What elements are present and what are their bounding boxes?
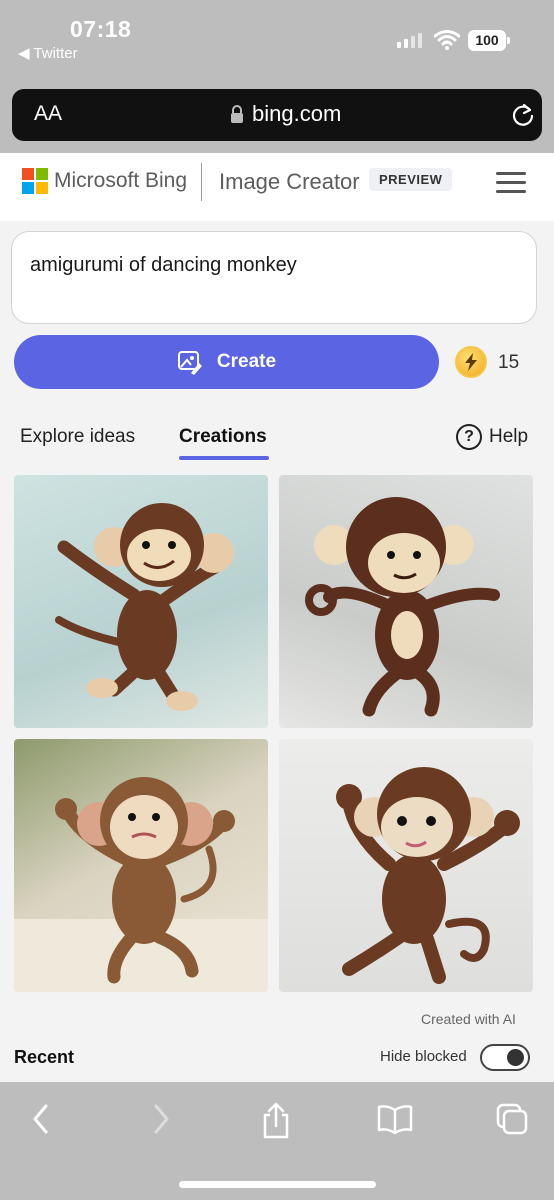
generated-image-2[interactable] <box>279 475 533 728</box>
share-icon[interactable] <box>260 1102 292 1140</box>
generated-image-4[interactable] <box>279 739 533 992</box>
help-icon: ? <box>456 424 482 450</box>
microsoft-logo-icon[interactable] <box>22 168 48 194</box>
create-label: Create <box>216 351 277 372</box>
header-divider <box>201 163 202 201</box>
recent-heading: Recent <box>14 1047 75 1067</box>
back-to-app-link[interactable]: ◀ Twitter <box>18 44 78 62</box>
help-button[interactable]: ? Help <box>456 424 528 450</box>
create-button[interactable]: Create <box>14 335 439 389</box>
signal-icon <box>397 32 422 48</box>
wifi-icon <box>434 30 460 50</box>
text-size-button[interactable]: AA <box>34 102 62 126</box>
tabs-icon[interactable] <box>495 1102 529 1136</box>
generated-image-1[interactable] <box>14 475 268 728</box>
hide-blocked-toggle[interactable] <box>480 1044 530 1071</box>
prompt-input[interactable]: amigurumi of dancing monkey <box>11 231 537 324</box>
created-with-ai-note: Created with AI <box>421 1011 516 1027</box>
preview-badge: PREVIEW <box>369 168 453 191</box>
home-indicator[interactable] <box>179 1181 376 1188</box>
lock-icon <box>231 105 243 123</box>
tab-explore-ideas[interactable]: Explore ideas <box>20 426 135 448</box>
help-label: Help <box>489 426 529 447</box>
product-name[interactable]: Image Creator <box>219 169 360 195</box>
battery-icon: 100 <box>468 30 510 51</box>
boost-coin-icon[interactable] <box>455 346 487 378</box>
menu-icon[interactable] <box>496 172 526 194</box>
generated-image-3[interactable] <box>14 739 268 992</box>
browser-chrome: 07:18 ◀ Twitter 100 AA bing.com <box>0 0 554 153</box>
image-create-icon <box>177 351 202 375</box>
bookmarks-icon[interactable] <box>376 1102 414 1136</box>
site-header: Microsoft Bing Image Creator PREVIEW <box>0 153 554 221</box>
address-bar[interactable]: AA bing.com <box>12 89 542 141</box>
hide-blocked-label: Hide blocked <box>380 1048 467 1065</box>
url-text[interactable]: bing.com <box>252 101 341 127</box>
active-tab-indicator <box>179 456 269 460</box>
reload-icon[interactable] <box>510 102 536 128</box>
status-time: 07:18 <box>70 16 132 42</box>
text-size-label: AA <box>34 102 63 125</box>
back-icon[interactable] <box>30 1102 52 1136</box>
tab-creations[interactable]: Creations <box>179 426 267 448</box>
forward-icon[interactable] <box>150 1102 172 1136</box>
boost-count: 15 <box>498 352 520 373</box>
brand-name[interactable]: Microsoft Bing <box>54 169 187 193</box>
